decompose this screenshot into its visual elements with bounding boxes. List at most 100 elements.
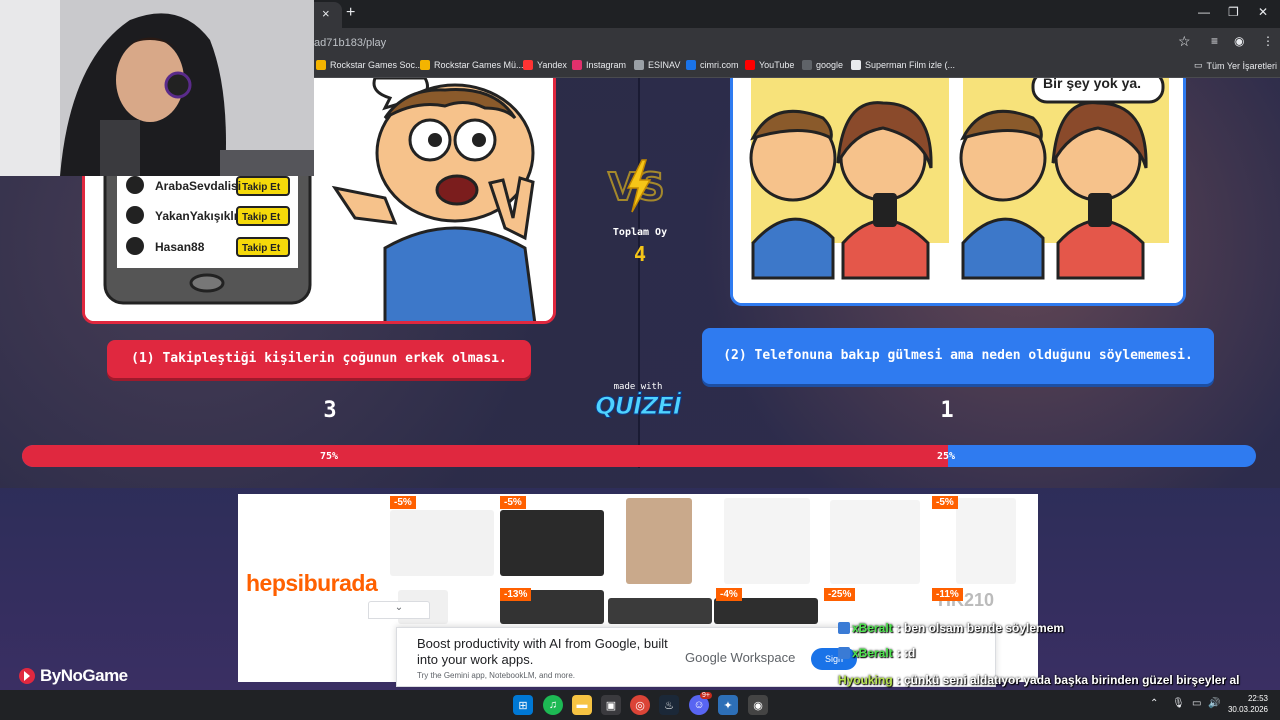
address-bar[interactable]: ad71b183/play — [314, 37, 386, 49]
option-2-percent: 25% — [937, 451, 956, 462]
bookmark-favicon-icon — [572, 60, 582, 70]
media-control-icon[interactable]: ≡ — [1211, 34, 1218, 48]
bookmark-item[interactable]: google — [802, 60, 843, 70]
google-ad-subtitle: Try the Gemini app, NotebookLM, and more… — [417, 671, 575, 680]
bynogame-icon — [19, 668, 35, 684]
taskbar-clock[interactable]: 22:53 30.03.2026 — [1226, 693, 1268, 715]
quizei-logo[interactable]: QUİZEİ — [590, 392, 686, 421]
bookmark-favicon-icon — [745, 60, 755, 70]
chat-message: xBeralt: :d — [838, 646, 915, 660]
bookmark-favicon-icon — [686, 60, 696, 70]
bynogame-logo: ByNoGame — [18, 666, 128, 686]
start-button[interactable]: ⊞ — [513, 695, 533, 715]
chat-message: Hyouking: çünkü seni aldatıyor yada başk… — [838, 673, 1239, 687]
made-with-label: made with — [613, 382, 663, 392]
option-2-button[interactable]: (2) Telefonuna bakıp gülmesi ama neden o… — [702, 328, 1214, 384]
bookmark-item[interactable]: Superman Film izle (... — [851, 60, 955, 70]
menu-icon[interactable]: ⋮ — [1262, 34, 1274, 48]
chat-username: xBeralt — [852, 646, 893, 660]
close-window-button[interactable]: ✕ — [1258, 5, 1268, 19]
discount-badge: -25% — [824, 588, 856, 601]
discount-badge: -5% — [390, 496, 416, 509]
chat-message: xBeralt: ben olsam bende söylemem — [838, 621, 1064, 635]
streamer-image — [0, 0, 314, 176]
discount-badge: -11% — [932, 588, 963, 601]
comic-username-1: ArabaSevdalisi — [155, 179, 241, 193]
comic-follow-label-1: Takip Et — [242, 182, 281, 193]
bookmark-item[interactable]: Yandex — [523, 60, 567, 70]
option-1-button[interactable]: (1) Takipleştiği kişilerin çoğunun erkek… — [107, 340, 531, 378]
file-explorer-icon[interactable]: ▬ — [572, 695, 592, 715]
bookmark-item[interactable]: Instagram — [572, 60, 626, 70]
chat-username: Hyouking — [838, 673, 893, 687]
product-dyac[interactable] — [608, 598, 712, 624]
bookmark-item[interactable]: ESINAV — [634, 60, 680, 70]
chat-text: : ben olsam bende söylemem — [896, 621, 1065, 635]
vote-progress-bar — [22, 445, 1256, 467]
bookmark-favicon-icon — [420, 60, 430, 70]
bookmark-item[interactable]: YouTube — [745, 60, 794, 70]
chat-badge-icon — [838, 647, 850, 659]
option-1-percent: 75% — [320, 451, 339, 462]
product-earbuds[interactable] — [830, 500, 920, 584]
product-keyboard-dark[interactable] — [714, 598, 818, 624]
option-2-image[interactable]: Bir şey yok ya. — [730, 78, 1186, 306]
product-mouse[interactable] — [956, 498, 1016, 584]
product-keyboard-rgb[interactable] — [500, 510, 604, 576]
product-keyboard-white[interactable] — [390, 510, 494, 576]
product-microphone[interactable] — [724, 498, 810, 584]
bookmark-favicon-icon — [316, 60, 326, 70]
steam-icon[interactable]: ♨ — [659, 695, 679, 715]
chrome-icon[interactable]: ◎ — [630, 695, 650, 715]
ad-collapse-button[interactable]: ⌄ — [368, 601, 430, 619]
bookmark-item[interactable]: Rockstar Games Soc... — [316, 60, 423, 70]
discount-badge: -4% — [716, 588, 742, 601]
obs-icon[interactable]: ◉ — [748, 695, 768, 715]
store-icon[interactable]: ▣ — [601, 695, 621, 715]
bookmark-favicon-icon — [523, 60, 533, 70]
discount-badge: -13% — [500, 588, 532, 601]
new-tab-button[interactable]: + — [346, 4, 355, 22]
total-votes-value: 4 — [633, 242, 647, 266]
comic-follow-label-3: Takip Et — [242, 243, 281, 254]
volume-icon[interactable]: 🔊 — [1208, 698, 1220, 709]
microphone-icon[interactable]: 🎙 — [1172, 698, 1185, 709]
option-1-vote-count: 3 — [323, 398, 337, 423]
tab-close-icon[interactable]: × — [322, 6, 330, 21]
option-2-vote-count: 1 — [940, 398, 954, 423]
discount-badge: -5% — [932, 496, 958, 509]
spotify-icon[interactable]: ♫ — [543, 695, 563, 715]
google-workspace-logo: Google Workspace — [685, 650, 796, 665]
comic-illustration-right: Bir şey yok ya. — [733, 78, 1183, 303]
advertisement-banner[interactable]: hepsiburada HK210 -5% -5% -5% -13% -4% -… — [238, 494, 1038, 687]
ad-brand-logo[interactable]: hepsiburada — [246, 570, 378, 597]
bookmark-item[interactable]: cimri.com — [686, 60, 739, 70]
chat-text: : :d — [896, 646, 916, 660]
profile-avatar[interactable]: ◉ — [1234, 34, 1244, 48]
webcam-overlay — [0, 0, 314, 176]
all-bookmarks[interactable]: ▭ Tüm Yer İşaretleri — [1194, 60, 1277, 71]
bookmark-favicon-icon — [634, 60, 644, 70]
google-ad-title: Boost productivity with AI from Google, … — [417, 636, 668, 667]
minimize-button[interactable]: — — [1198, 5, 1210, 19]
chat-username: xBeralt — [852, 621, 893, 635]
discount-badge: -5% — [500, 496, 526, 509]
bookmark-item[interactable]: Rockstar Games Mü... — [420, 60, 524, 70]
chat-text: : çünkü seni aldatıyor yada başka birind… — [896, 673, 1240, 687]
comic-username-2: YakanYakışıklı — [155, 209, 237, 223]
chat-badge-icon — [838, 622, 850, 634]
tray-overflow-icon[interactable]: ⌃ — [1150, 698, 1158, 709]
vote-progress-left-fill — [22, 445, 948, 467]
product-box[interactable] — [626, 498, 692, 584]
folder-icon: ▭ — [1194, 60, 1203, 70]
comic-speech-bubble: Bir şey yok ya. — [1043, 78, 1141, 91]
bookmark-star-icon[interactable]: ☆ — [1178, 33, 1191, 50]
bookmark-favicon-icon — [802, 60, 812, 70]
vs-lightning-icon: VS — [607, 159, 666, 213]
app-icon[interactable]: ✦ — [718, 695, 738, 715]
total-votes-label: Toplam Oy — [612, 227, 668, 238]
bookmark-favicon-icon — [851, 60, 861, 70]
restore-button[interactable]: ❐ — [1228, 5, 1239, 19]
notification-badge: 9+ — [700, 692, 712, 699]
network-icon[interactable]: ▭ — [1192, 698, 1201, 709]
